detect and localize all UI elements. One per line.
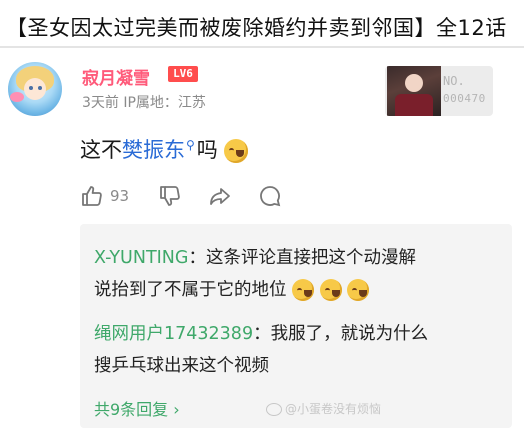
comment-icon bbox=[258, 184, 282, 208]
like-button[interactable]: 93 bbox=[80, 184, 129, 208]
reply-2-username[interactable]: 绳网用户17432389 bbox=[94, 324, 253, 344]
comment-card: 寂月凝雪 LV6 3天前 IP属地：江苏 NO. 000470 这不樊振东⚲吗 … bbox=[0, 52, 524, 430]
reply-list: X-YUNTING：这条评论直接把这个动漫解 说抬到了不属于它的地位 绳网用户1… bbox=[80, 224, 512, 428]
thumb-down-icon bbox=[158, 184, 182, 208]
reply-2-text-2: 搜乒乓球出来这个视频 bbox=[94, 356, 269, 376]
reply-2-text-1: ：我服了，就说为什么 bbox=[253, 324, 429, 344]
reply-1-line-2: 说抬到了不属于它的地位 bbox=[94, 276, 370, 301]
reply-1-text-1: ：这条评论直接把这个动漫解 bbox=[188, 248, 416, 268]
laughing-emoji-icon bbox=[319, 279, 342, 301]
weibo-logo-icon bbox=[266, 403, 282, 416]
view-all-replies-link[interactable]: 共9条回复 › bbox=[94, 396, 180, 420]
post-title-bar: 【圣女因太过完美而被废除婚约并卖到邻国】全12话 bbox=[0, 6, 524, 46]
reply-2-line-2: 搜乒乓球出来这个视频 bbox=[94, 352, 269, 377]
share-button[interactable] bbox=[208, 184, 232, 208]
share-icon bbox=[208, 184, 232, 208]
watermark-text: @小蛋卷没有烦恼 bbox=[285, 402, 382, 416]
reply-button[interactable] bbox=[258, 184, 282, 208]
reply-1-username[interactable]: X-YUNTING bbox=[94, 248, 188, 268]
level-badge: LV6 bbox=[168, 66, 198, 82]
reply-1-text-2: 说抬到了不属于它的地位 bbox=[94, 280, 287, 300]
reply-2-line-1: 绳网用户17432389：我服了，就说为什么 bbox=[94, 320, 428, 345]
dislike-button[interactable] bbox=[158, 184, 182, 208]
avatar[interactable] bbox=[8, 62, 62, 116]
fan-badge-number: 000470 bbox=[443, 92, 486, 105]
search-icon[interactable]: ⚲ bbox=[186, 138, 195, 152]
laughing-emoji-icon bbox=[292, 279, 315, 301]
laughing-emoji-icon bbox=[224, 139, 249, 163]
comment-actions: 93 bbox=[80, 184, 500, 210]
comment-meta: 3天前 IP属地：江苏 bbox=[82, 95, 206, 111]
post-title: 【圣女因太过完美而被废除婚约并卖到邻国】全12话 bbox=[6, 16, 507, 40]
reply-1-line-1: X-YUNTING：这条评论直接把这个动漫解 bbox=[94, 244, 416, 269]
comment-username[interactable]: 寂月凝雪 bbox=[82, 64, 150, 89]
like-count: 93 bbox=[110, 187, 130, 205]
comment-body-prefix: 这不 bbox=[80, 138, 122, 162]
fan-badge-image bbox=[387, 66, 441, 116]
watermark: @小蛋卷没有烦恼 bbox=[266, 400, 381, 417]
divider bbox=[0, 46, 524, 48]
fan-badge[interactable]: NO. 000470 bbox=[385, 66, 493, 116]
comment-body-suffix: 吗 bbox=[196, 138, 218, 162]
search-keyword-link[interactable]: 樊振东 bbox=[122, 138, 185, 162]
fan-badge-no: NO. bbox=[443, 74, 465, 88]
thumb-up-icon bbox=[80, 184, 104, 208]
laughing-emoji-icon bbox=[347, 279, 370, 301]
comment-body: 这不樊振东⚲吗 bbox=[80, 134, 249, 164]
